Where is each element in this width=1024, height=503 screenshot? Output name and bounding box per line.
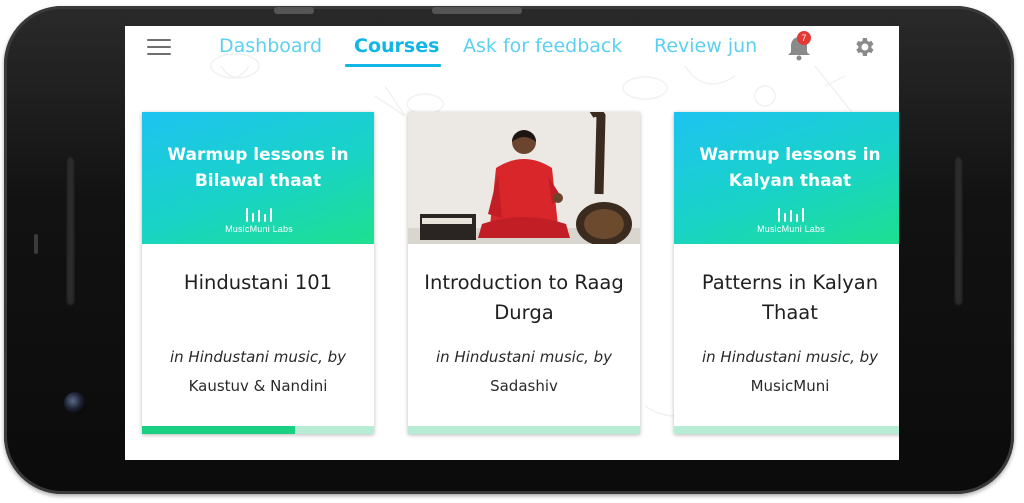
- musicmuni-logo: MusicMuni Labs: [757, 208, 825, 234]
- course-banner: Warmup lessons in Kalyan thaat MusicMuni…: [674, 112, 899, 244]
- banner-text: Warmup lessons in Kalyan thaat: [699, 145, 881, 191]
- hamburger-menu-icon[interactable]: [147, 38, 171, 56]
- course-banner: Warmup lessons in Bilawal thaat MusicMun…: [142, 112, 374, 244]
- course-genre: in Hindustani music, by: [169, 348, 347, 366]
- front-camera: [64, 392, 86, 414]
- app-screen: Dashboard Courses Ask for feedback Revie…: [125, 26, 899, 460]
- power-button: [432, 7, 522, 14]
- right-speaker-grille: [954, 156, 963, 306]
- course-title: Patterns in Kalyan Thaat: [701, 271, 879, 324]
- course-title: Introduction to Raag Durga: [424, 271, 624, 324]
- course-progress-fill: [142, 426, 296, 434]
- sensor: [34, 234, 38, 254]
- course-genre: in Hindustani music, by: [701, 348, 879, 366]
- tab-dashboard[interactable]: Dashboard: [219, 35, 322, 57]
- course-card[interactable]: Warmup lessons in Bilawal thaat MusicMun…: [142, 112, 374, 434]
- gear-icon[interactable]: [852, 35, 876, 59]
- volume-button: [274, 7, 314, 14]
- notification-badge: 7: [797, 31, 811, 45]
- course-progress-bar: [408, 426, 640, 434]
- course-genre: in Hindustani music, by: [435, 348, 613, 366]
- banner-text: Warmup lessons in Bilawal thaat: [167, 145, 349, 191]
- course-thumbnail-photo: [408, 112, 640, 244]
- musicmuni-logo: MusicMuni Labs: [225, 208, 293, 234]
- active-tab-indicator: [345, 64, 441, 67]
- tab-ask-for-feedback[interactable]: Ask for feedback: [463, 35, 622, 57]
- course-card[interactable]: Warmup lessons in Kalyan thaat MusicMuni…: [674, 112, 899, 434]
- course-card[interactable]: Introduction to Raag Durga in Hindustani…: [408, 112, 640, 434]
- tab-review[interactable]: Review jun: [654, 35, 757, 57]
- course-title: Hindustani 101: [183, 271, 333, 294]
- top-navigation-bar: Dashboard Courses Ask for feedback Revie…: [125, 26, 899, 72]
- course-author: Kaustuv & Nandini: [188, 377, 328, 395]
- course-progress-bar: [142, 426, 374, 434]
- course-progress-bar: [674, 426, 899, 434]
- tab-courses[interactable]: Courses: [354, 35, 439, 57]
- course-author: Sadashiv: [490, 377, 558, 395]
- course-author: MusicMuni: [750, 377, 830, 395]
- left-speaker-grille: [66, 156, 75, 306]
